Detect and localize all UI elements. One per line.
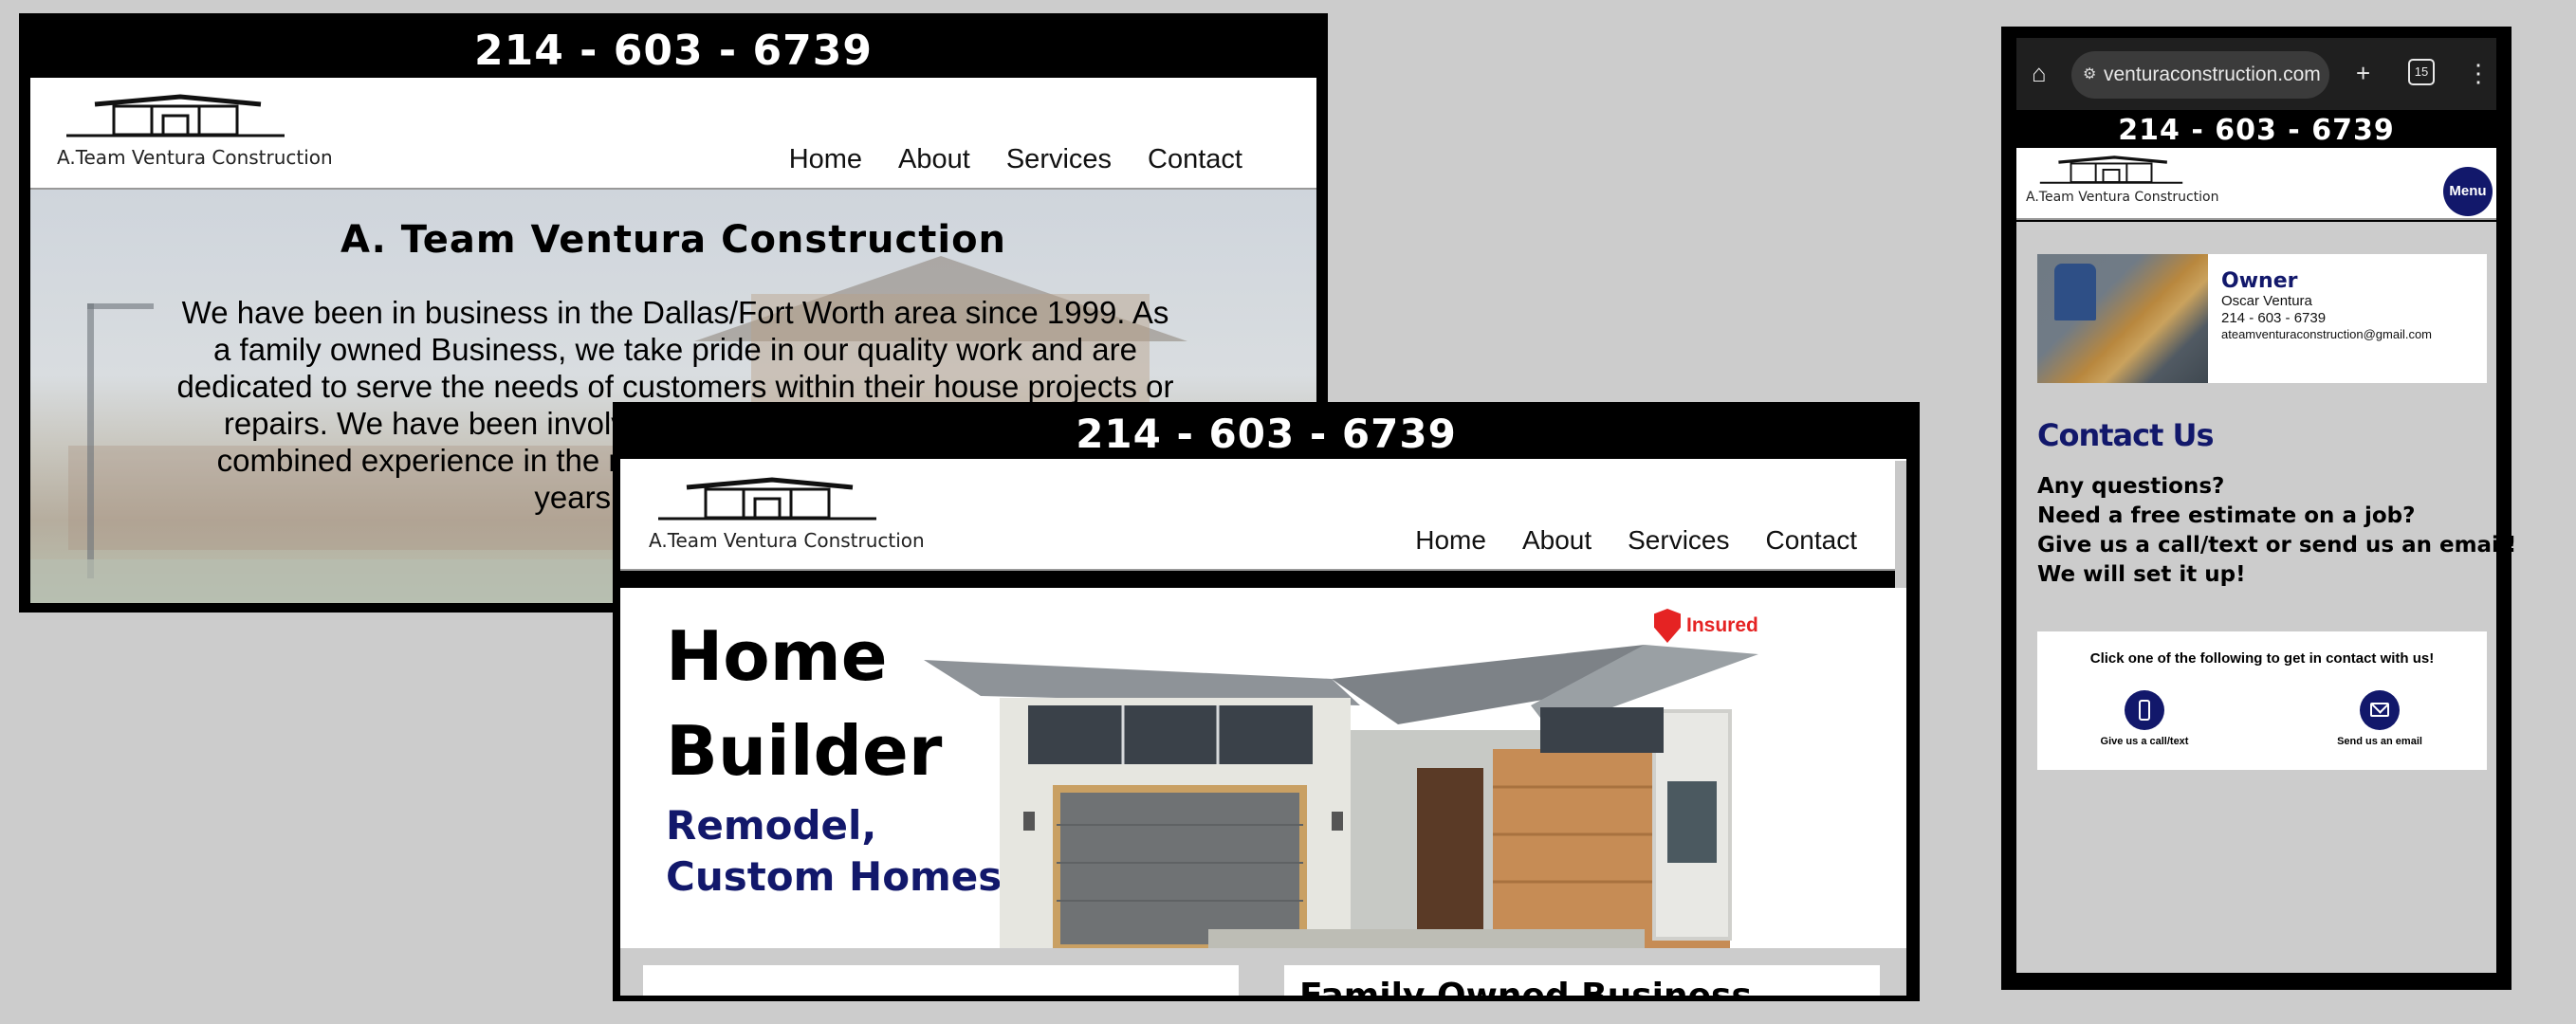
mobile-contact-screenshot: ⌂ ⚙ venturaconstruction.com + 15 ⋮ 214 -… bbox=[2001, 27, 2516, 990]
roofer-figure bbox=[2054, 264, 2096, 320]
contact-card-title: Click one of the following to get in con… bbox=[2089, 650, 2435, 667]
phone-banner[interactable]: 214 - 603 - 6739 bbox=[613, 402, 1920, 459]
house-logo-icon bbox=[658, 477, 876, 521]
owner-email[interactable]: ateamventuraconstruction@gmail.com bbox=[2221, 327, 2432, 342]
owner-phone[interactable]: 214 - 603 - 6739 bbox=[2221, 310, 2432, 327]
house-logo-icon bbox=[66, 94, 285, 137]
mail-icon[interactable] bbox=[2360, 690, 2400, 730]
browser-toolbar: ⌂ ⚙ venturaconstruction.com + 15 ⋮ bbox=[2016, 38, 2496, 110]
shield-icon bbox=[1654, 609, 1681, 643]
insured-badge: Insured bbox=[1654, 609, 1758, 643]
logo-text: A.Team Ventura Construction bbox=[57, 146, 333, 169]
call-button[interactable]: Give us a call/text bbox=[2073, 690, 2216, 747]
main-nav: Home About Services Contact bbox=[1415, 525, 1857, 556]
owner-name: Oscar Ventura bbox=[2221, 293, 2312, 309]
site-header: A.Team Ventura Construction Menu bbox=[2016, 148, 2496, 220]
desktop-home-screenshot: 214 - 603 - 6739 A.Team Ventura Construc… bbox=[613, 402, 1920, 1001]
hero-line: a family owned Business, we take pride i… bbox=[213, 332, 1137, 367]
roofing-photo bbox=[2037, 254, 2208, 383]
contact-line: We will set it up! bbox=[2037, 562, 2246, 587]
logo-text: A.Team Ventura Construction bbox=[2026, 190, 2219, 205]
site-settings-icon[interactable]: ⚙ bbox=[2083, 51, 2096, 99]
site-logo[interactable]: A.Team Ventura Construction bbox=[649, 474, 925, 552]
contact-line: Give us a call/text or send us an email! bbox=[2037, 533, 2517, 558]
street-lamp-arm bbox=[87, 303, 154, 309]
info-card bbox=[643, 965, 1239, 996]
nav-home[interactable]: Home bbox=[789, 144, 862, 175]
contact-options-card: Click one of the following to get in con… bbox=[2037, 631, 2487, 770]
phone-icon[interactable] bbox=[2125, 690, 2164, 730]
home-icon[interactable]: ⌂ bbox=[2032, 59, 2047, 87]
site-logo[interactable]: A.Team Ventura Construction bbox=[57, 91, 333, 169]
owner-title: Owner bbox=[2221, 269, 2298, 293]
scrollbar[interactable] bbox=[1895, 461, 1906, 603]
email-label: Send us an email bbox=[2337, 736, 2422, 747]
nav-home[interactable]: Home bbox=[1415, 525, 1486, 556]
nav-services[interactable]: Services bbox=[1006, 144, 1112, 175]
hero-line: dedicated to serve the needs of customer… bbox=[176, 369, 1174, 404]
hero-line: We have been in business in the Dallas/F… bbox=[181, 295, 1169, 330]
url-text: venturaconstruction.com bbox=[2104, 64, 2321, 85]
logo-text: A.Team Ventura Construction bbox=[649, 529, 925, 552]
address-bar[interactable]: ⚙ venturaconstruction.com bbox=[2071, 51, 2329, 99]
contact-title: Contact Us bbox=[2037, 417, 2215, 453]
street-lamp bbox=[87, 303, 94, 578]
lower-section: Family Owned Business bbox=[620, 948, 1906, 996]
more-menu-icon[interactable]: ⋮ bbox=[2466, 59, 2491, 87]
new-tab-icon[interactable]: + bbox=[2356, 59, 2370, 87]
section-heading: Family Owned Business bbox=[1299, 977, 1880, 996]
nav-services[interactable]: Services bbox=[1628, 525, 1729, 556]
nav-about[interactable]: About bbox=[1522, 525, 1592, 556]
banner-title-line: Builder bbox=[666, 711, 943, 791]
owner-info: Owner Oscar Ventura 214 - 603 - 6739 ate… bbox=[2221, 269, 2432, 342]
email-button[interactable]: Send us an email bbox=[2309, 690, 2451, 747]
call-label: Give us a call/text bbox=[2100, 736, 2189, 747]
house-logo-icon bbox=[2039, 155, 2183, 184]
home-banner: Home Builder Remodel, Custom Homes Insur… bbox=[620, 588, 1906, 948]
contact-text: Any questions? Need a free estimate on a… bbox=[2037, 472, 2516, 590]
nav-contact[interactable]: Contact bbox=[1766, 525, 1858, 556]
phone-banner[interactable]: 214 - 603 - 6739 bbox=[19, 13, 1328, 78]
phone-banner[interactable]: 214 - 603 - 6739 bbox=[2016, 110, 2496, 148]
banner-title-line: Home bbox=[666, 616, 888, 696]
modern-house-image bbox=[924, 645, 1758, 948]
site-header: A.Team Ventura Construction Home About S… bbox=[30, 78, 1316, 190]
owner-card: Owner Oscar Ventura 214 - 603 - 6739 ate… bbox=[2037, 254, 2487, 383]
main-nav: Home About Services Contact bbox=[789, 144, 1242, 175]
nav-about[interactable]: About bbox=[898, 144, 970, 175]
hero-title: A. Team Ventura Construction bbox=[340, 218, 1007, 262]
nav-contact[interactable]: Contact bbox=[1148, 144, 1242, 175]
mobile-content: Owner Oscar Ventura 214 - 603 - 6739 ate… bbox=[2016, 222, 2516, 973]
banner-title: Home Builder bbox=[666, 609, 942, 798]
contact-line: Need a free estimate on a job? bbox=[2037, 503, 2416, 528]
tab-switcher-icon[interactable]: 15 bbox=[2408, 59, 2435, 85]
insured-label: Insured bbox=[1686, 614, 1758, 636]
info-card: Family Owned Business bbox=[1284, 965, 1880, 996]
contact-line: Any questions? bbox=[2037, 474, 2225, 499]
menu-button[interactable]: Menu bbox=[2443, 167, 2493, 216]
site-logo[interactable]: A.Team Ventura Construction bbox=[2026, 154, 2219, 205]
site-header: A.Team Ventura Construction Home About S… bbox=[620, 459, 1906, 571]
